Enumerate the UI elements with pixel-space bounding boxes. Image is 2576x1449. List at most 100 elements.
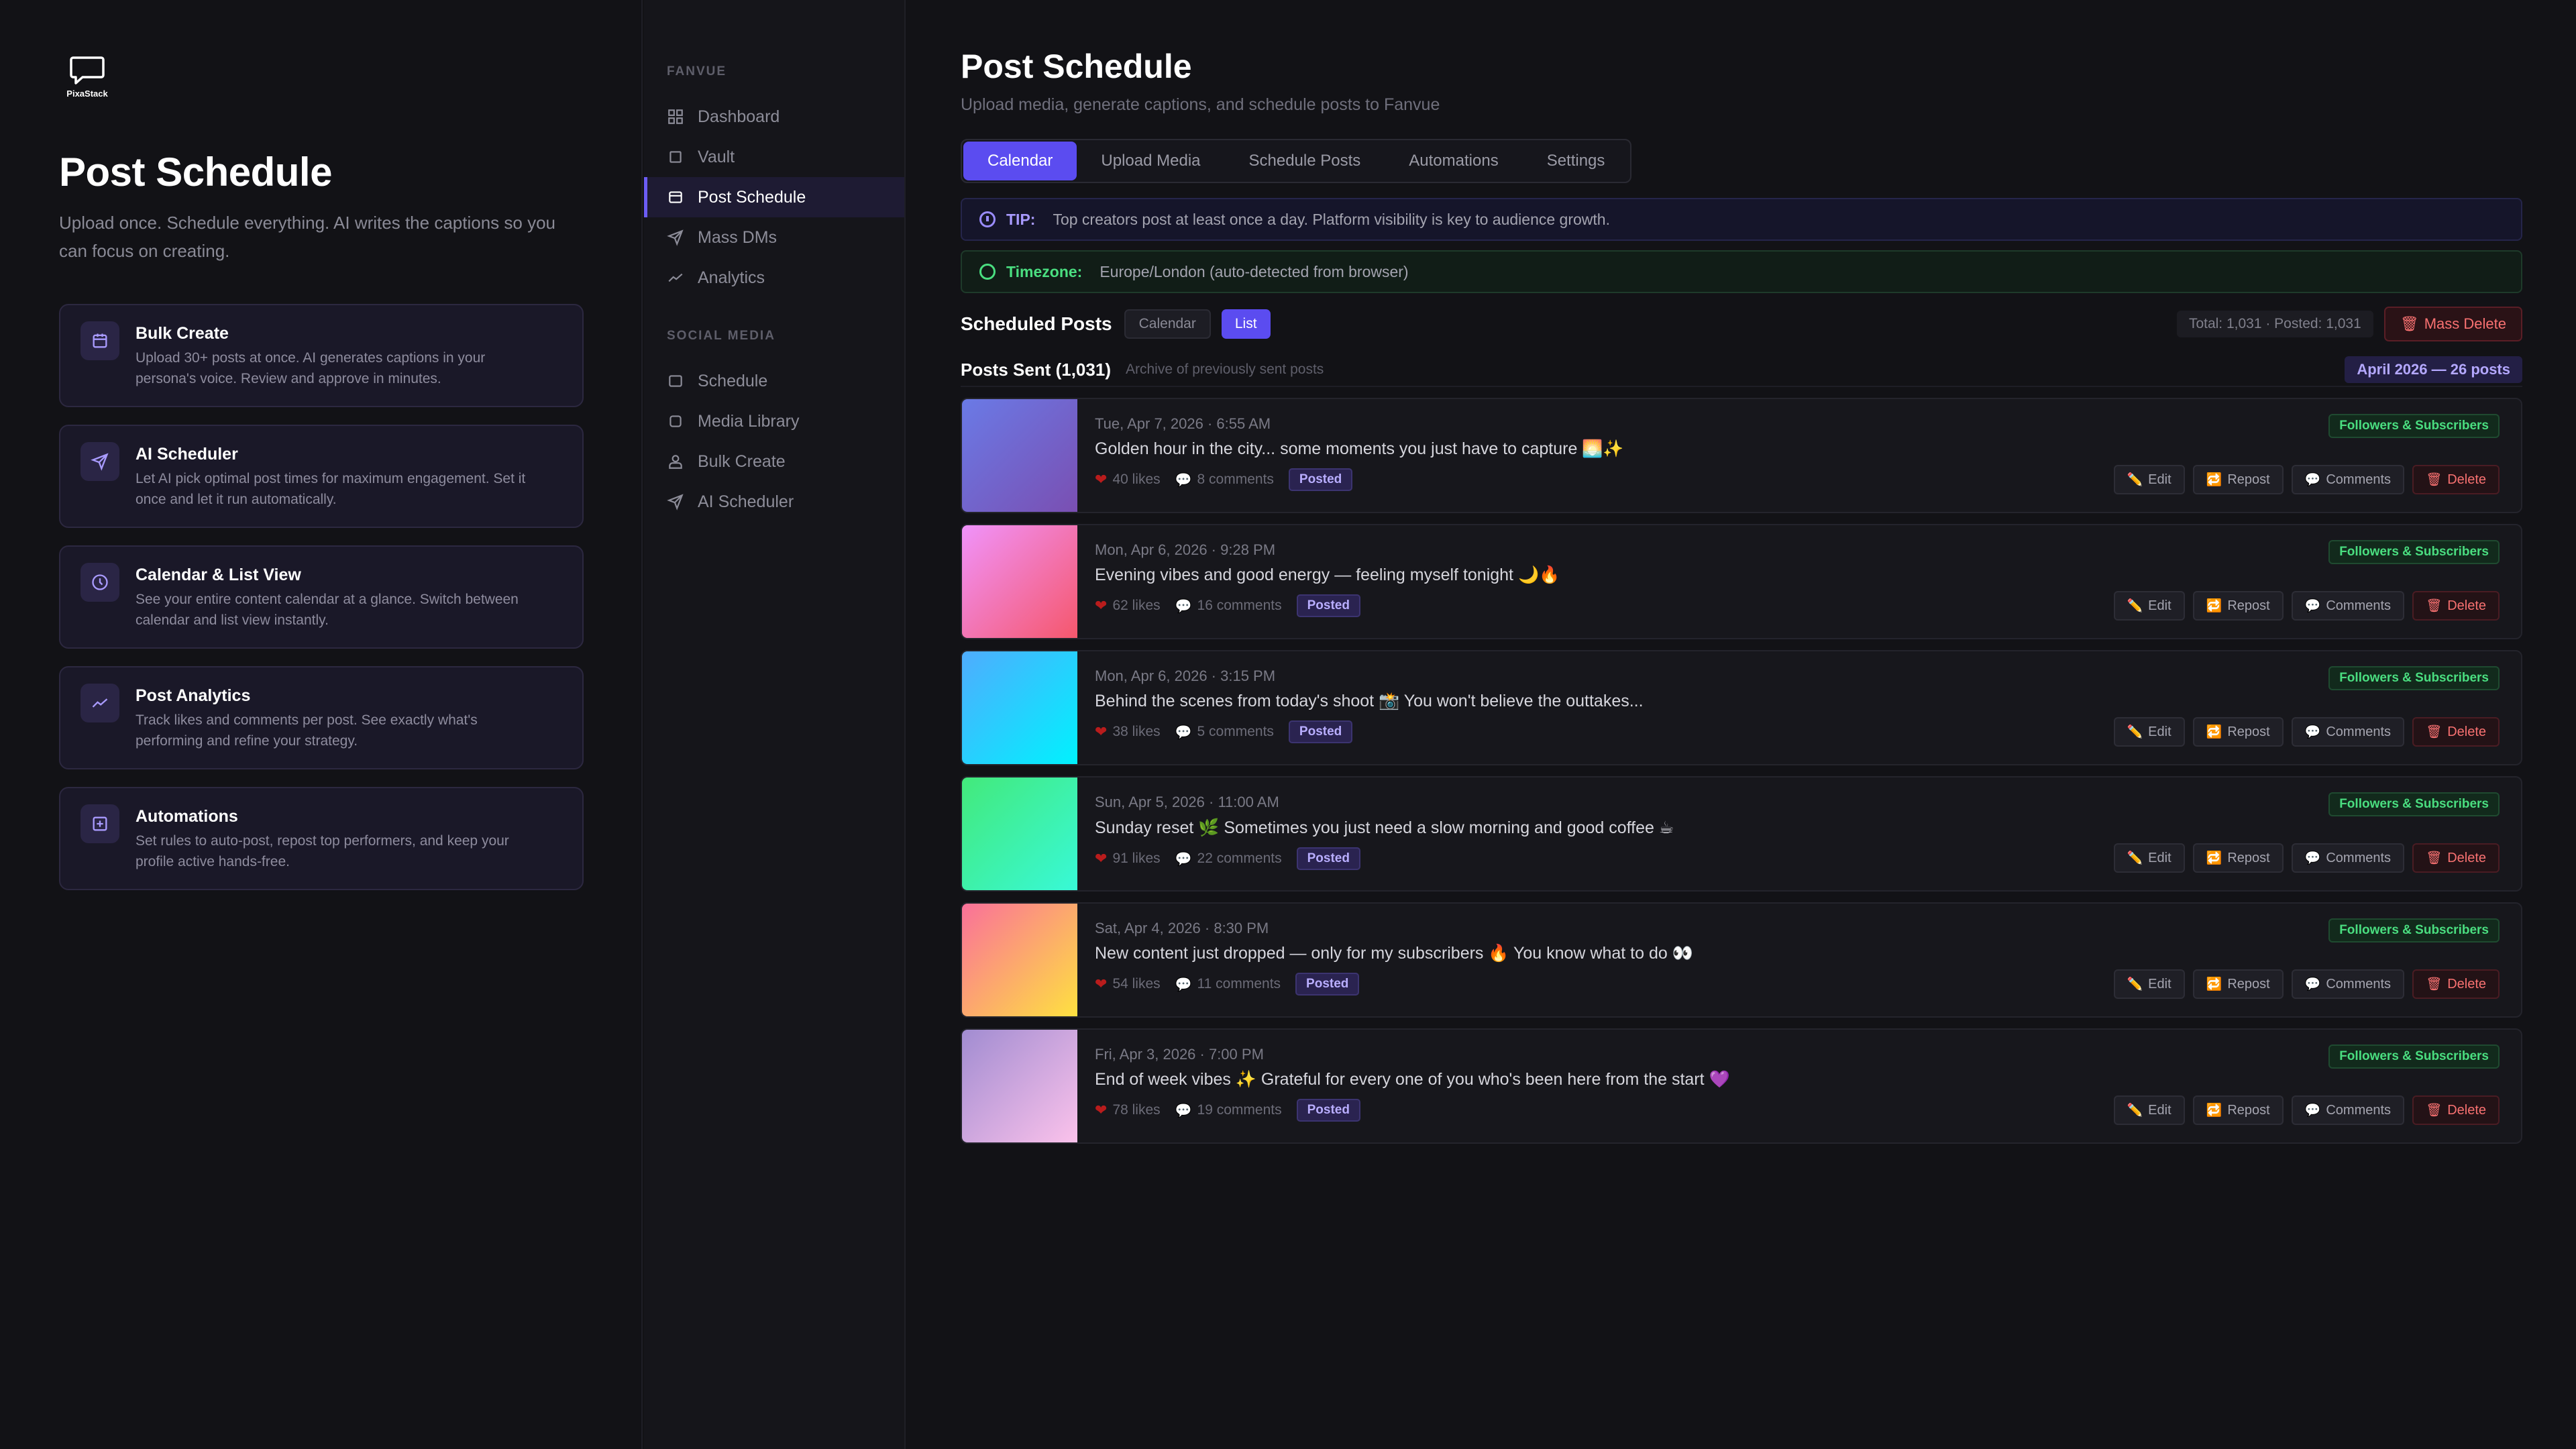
sidebar-item-post-schedule[interactable]: Post Schedule [644, 177, 904, 217]
tab-schedule-posts[interactable]: Schedule Posts [1225, 142, 1385, 180]
post-card: Mon, Apr 6, 2026 · 3:15 PM Behind the sc… [961, 650, 2522, 765]
repost-button[interactable]: 🔁 Repost [2192, 465, 2284, 494]
repost-icon: 🔁 [2206, 473, 2222, 487]
speech-bubble-icon: 💬 [1175, 851, 1192, 867]
sidebar-item-bulk-create[interactable]: Bulk Create [644, 441, 904, 482]
speech-bubble-icon: 💬 [2304, 473, 2321, 487]
feature-desc: Track likes and comments per post. See e… [136, 712, 478, 749]
tab-calendar[interactable]: Calendar [963, 142, 1077, 180]
comments-button[interactable]: 💬 Comments [2291, 465, 2405, 494]
post-actions: ✏️ Edit 🔁 Repost 💬 Comments 🗑 Delete [2113, 591, 2500, 621]
plus-box-icon [80, 804, 119, 843]
sidebar-item-dashboard[interactable]: Dashboard [644, 97, 904, 137]
likes-count: ❤ 62 likes [1095, 597, 1161, 614]
audience-badge: Followers & Subscribers [2328, 918, 2500, 943]
edit-button[interactable]: ✏️ Edit [2113, 1095, 2185, 1125]
comments-button[interactable]: 💬 Comments [2291, 843, 2405, 873]
trend-icon [668, 273, 683, 282]
sidebar-item-mass-dms[interactable]: Mass DMs [644, 217, 904, 258]
post-date: Mon, Apr 6, 2026 · 3:15 PM [1095, 667, 1276, 684]
tab-upload-media[interactable]: Upload Media [1077, 142, 1224, 180]
post-thumbnail[interactable] [962, 777, 1077, 890]
delete-button[interactable]: 🗑 Delete [2412, 969, 2500, 999]
circle-icon [979, 264, 996, 280]
post-body: Sun, Apr 5, 2026 · 11:00 AM Sunday reset… [1077, 777, 2521, 890]
mass-delete-label: Mass Delete [2424, 315, 2506, 332]
trash-icon: 🗑 [2426, 851, 2443, 865]
edit-button[interactable]: ✏️ Edit [2113, 843, 2185, 873]
audience-badge: Followers & Subscribers [2328, 1044, 2500, 1069]
feature-desc: Upload 30+ posts at once. AI generates c… [136, 350, 486, 386]
send-icon [667, 229, 684, 246]
status-badge: Posted [1296, 1099, 1360, 1122]
month-badge: April 2026 — 26 posts [2345, 356, 2522, 383]
edit-button[interactable]: ✏️ Edit [2113, 717, 2185, 747]
trash-icon: 🗑 [2426, 1104, 2443, 1118]
delete-button[interactable]: 🗑 Delete [2412, 591, 2500, 621]
post-date: Mon, Apr 6, 2026 · 9:28 PM [1095, 541, 1276, 558]
repost-button[interactable]: 🔁 Repost [2192, 717, 2284, 747]
status-badge: Posted [1288, 720, 1353, 743]
repost-button[interactable]: 🔁 Repost [2192, 1095, 2284, 1125]
sidebar-item-analytics[interactable]: Analytics [644, 258, 904, 298]
app-logo: PixaStack [59, 48, 115, 105]
comments-button[interactable]: 💬 Comments [2291, 591, 2405, 621]
pencil-icon: ✏️ [2127, 1104, 2143, 1118]
status-badge: Posted [1296, 847, 1360, 870]
delete-button[interactable]: 🗑 Delete [2412, 465, 2500, 494]
comments-count: 💬 5 comments [1175, 724, 1274, 740]
tip-text: Top creators post at least once a day. P… [1053, 210, 1610, 228]
main-content: Post Schedule Upload media, generate cap… [961, 47, 2522, 1155]
edit-button[interactable]: ✏️ Edit [2113, 465, 2185, 494]
heart-icon: ❤ [1095, 597, 1108, 614]
repost-button[interactable]: 🔁 Repost [2192, 843, 2284, 873]
repost-button[interactable]: 🔁 Repost [2192, 969, 2284, 999]
trash-icon: 🗑 [2400, 315, 2419, 332]
edit-button[interactable]: ✏️ Edit [2113, 969, 2185, 999]
post-body: Sat, Apr 4, 2026 · 8:30 PM New content j… [1077, 904, 2521, 1016]
post-body: Mon, Apr 6, 2026 · 9:28 PM Evening vibes… [1077, 525, 2521, 638]
post-actions: ✏️ Edit 🔁 Repost 💬 Comments 🗑 Delete [2113, 465, 2500, 494]
tab-settings[interactable]: Settings [1523, 142, 1629, 180]
sidebar-item-label: Schedule [698, 371, 768, 390]
repost-button[interactable]: 🔁 Repost [2192, 591, 2284, 621]
sidebar-item-label: Analytics [698, 268, 765, 287]
trend-icon [80, 684, 119, 722]
post-actions: ✏️ Edit 🔁 Repost 💬 Comments 🗑 Delete [2113, 1095, 2500, 1125]
post-thumbnail[interactable] [962, 651, 1077, 764]
sidebar: FANVUE Dashboard Vault Post Schedule Mas… [644, 0, 906, 1449]
comments-button[interactable]: 💬 Comments [2291, 717, 2405, 747]
sidebar-item-ai-scheduler[interactable]: AI Scheduler [644, 482, 904, 522]
sidebar-section-fanvue: FANVUE [667, 64, 727, 78]
sidebar-item-vault[interactable]: Vault [644, 137, 904, 177]
sidebar-item-media-library[interactable]: Media Library [644, 401, 904, 441]
comments-button[interactable]: 💬 Comments [2291, 1095, 2405, 1125]
delete-button[interactable]: 🗑 Delete [2412, 843, 2500, 873]
chat-bubble-icon [70, 56, 105, 85]
post-thumbnail[interactable] [962, 525, 1077, 638]
mass-delete-button[interactable]: 🗑 Mass Delete [2383, 307, 2522, 341]
post-card: Sat, Apr 4, 2026 · 8:30 PM New content j… [961, 902, 2522, 1018]
comments-button[interactable]: 💬 Comments [2291, 969, 2405, 999]
likes-count: ❤ 54 likes [1095, 975, 1161, 992]
view-list-button[interactable]: List [1221, 309, 1271, 339]
send-icon [667, 494, 684, 511]
post-body: Mon, Apr 6, 2026 · 3:15 PM Behind the sc… [1077, 651, 2521, 764]
edit-button[interactable]: ✏️ Edit [2113, 591, 2185, 621]
delete-button[interactable]: 🗑 Delete [2412, 1095, 2500, 1125]
sidebar-item-label: Dashboard [698, 107, 780, 126]
post-thumbnail[interactable] [962, 904, 1077, 1016]
post-thumbnail[interactable] [962, 1030, 1077, 1142]
post-caption: Sunday reset 🌿 Sometimes you just need a… [1095, 818, 1674, 837]
tab-automations[interactable]: Automations [1385, 142, 1522, 180]
view-calendar-button[interactable]: Calendar [1124, 309, 1211, 339]
promo-title: Post Schedule [59, 150, 332, 195]
sidebar-item-label: Post Schedule [698, 187, 806, 207]
delete-button[interactable]: 🗑 Delete [2412, 717, 2500, 747]
speech-bubble-icon: 💬 [1175, 724, 1192, 740]
feature-title: Calendar & List View [136, 566, 301, 584]
post-thumbnail[interactable] [962, 399, 1077, 512]
feature-card: AI Scheduler Let AI pick optimal post ti… [59, 425, 584, 528]
sidebar-item-schedule[interactable]: Schedule [644, 361, 904, 401]
trash-icon: 🗑 [2426, 977, 2443, 991]
